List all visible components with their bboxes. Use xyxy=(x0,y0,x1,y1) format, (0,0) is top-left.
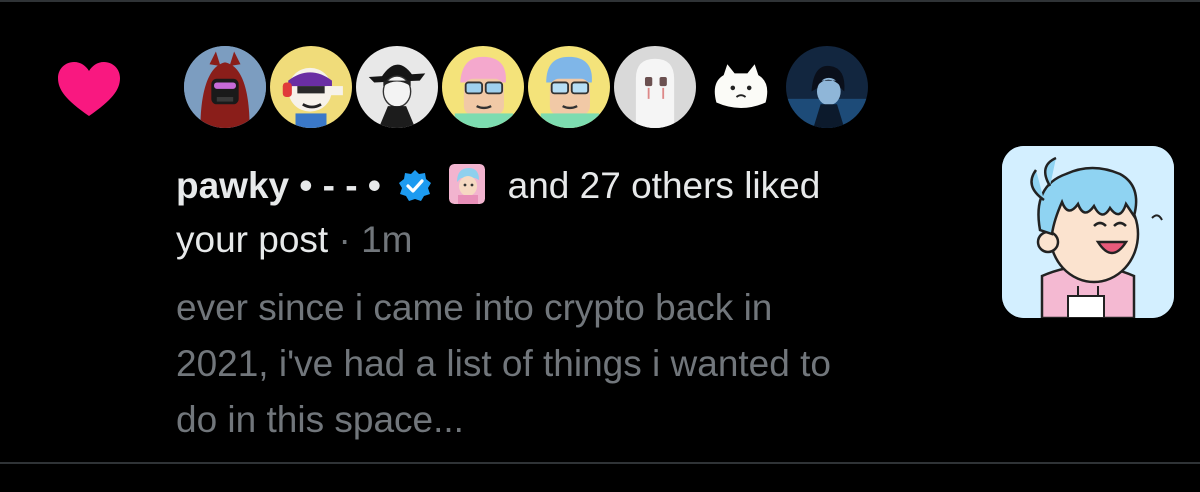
others-liked-text: and 27 others liked xyxy=(507,165,821,206)
verified-badge-icon xyxy=(399,170,432,201)
preview-line: do in this space... xyxy=(176,399,464,440)
avatar-bw-hat[interactable] xyxy=(352,42,442,132)
avatar-red-hood[interactable] xyxy=(180,42,270,132)
post-thumbnail-cartoon xyxy=(1002,146,1174,318)
bottom-divider xyxy=(0,462,1200,464)
avatar-white-mask[interactable] xyxy=(610,42,700,132)
post-preview[interactable]: ever since i came into crypto back in 20… xyxy=(176,280,976,448)
action-line: your post · 1m xyxy=(176,214,413,266)
action-text: your post xyxy=(176,219,329,260)
top-divider xyxy=(0,0,1200,2)
avatar-blue-hair[interactable] xyxy=(524,42,614,132)
avatar-dark-anime[interactable] xyxy=(782,42,872,132)
heart-icon xyxy=(58,62,120,116)
separator-dot: · xyxy=(328,219,362,260)
pfp-emoji-icon xyxy=(449,164,486,204)
preview-line: ever since i came into crypto back in xyxy=(176,287,773,328)
liker-name-suffix[interactable]: • - - • xyxy=(289,165,380,206)
liker-display-name[interactable]: pawky xyxy=(176,165,289,206)
timestamp[interactable]: 1m xyxy=(361,219,412,260)
avatar-pink-hair[interactable] xyxy=(438,42,528,132)
preview-line: 2021, i've had a list of things i wanted… xyxy=(176,343,831,384)
post-thumbnail[interactable] xyxy=(1002,146,1174,318)
avatar-white-cat[interactable] xyxy=(696,42,786,132)
avatar-yellow-headphones[interactable] xyxy=(266,42,356,132)
liked-by-line: pawky • - - • and 27 others liked xyxy=(176,160,820,212)
